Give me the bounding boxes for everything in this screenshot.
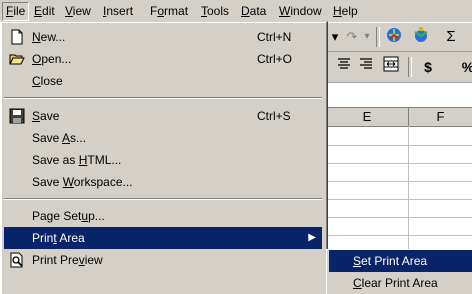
menu-edit[interactable]: Edit: [31, 3, 58, 19]
submenu-arrow-icon: ▶: [308, 232, 316, 243]
menu-item-label: Save As...: [32, 131, 87, 145]
autosum-icon[interactable]: Σ: [440, 26, 462, 48]
menu-item-save-as[interactable]: Save As...: [4, 127, 322, 149]
align-center-icon[interactable]: [334, 56, 354, 78]
menu-item-save-workspace[interactable]: Save Workspace...: [4, 171, 322, 193]
merge-and-center-icon[interactable]: [380, 56, 402, 78]
menu-bar: File Edit View Insert Format Tools Data …: [0, 0, 472, 23]
menu-window[interactable]: Window: [276, 3, 325, 19]
toolbar-separator: [408, 57, 412, 77]
file-menu: New... Ctrl+N Open... Ctrl+O Close Save …: [0, 21, 328, 294]
open-folder-icon: [9, 51, 25, 67]
web-toolbar-icon[interactable]: [410, 26, 432, 48]
menu-help[interactable]: Help: [330, 3, 361, 19]
menu-item-shortcut: Ctrl+N: [257, 30, 292, 44]
menu-item-set-print-area[interactable]: Set Print Area: [329, 250, 472, 272]
column-header-f[interactable]: F: [409, 108, 472, 127]
menu-insert[interactable]: Insert: [100, 3, 136, 19]
menu-item-page-setup[interactable]: Page Setup...: [4, 205, 322, 227]
redo-icon[interactable]: ↷: [343, 26, 361, 48]
menu-item-close[interactable]: Close: [4, 70, 322, 92]
menu-item-label: Save Workspace...: [32, 175, 133, 189]
menu-item-shortcut: Ctrl+S: [257, 109, 291, 123]
menu-item-label: Save: [32, 109, 60, 123]
menu-item-label: Save as HTML...: [32, 153, 122, 167]
align-right-icon[interactable]: [356, 56, 376, 78]
redo-dropdown-icon[interactable]: ▾: [361, 26, 373, 48]
menu-item-print-preview[interactable]: Print Preview: [4, 249, 322, 271]
print-area-submenu: Set Print Area Clear Print Area: [326, 249, 472, 294]
currency-icon[interactable]: $: [418, 56, 438, 78]
menu-data[interactable]: Data: [238, 3, 269, 19]
menu-format[interactable]: Format: [147, 3, 191, 19]
menu-item-label: Close: [32, 74, 63, 88]
insert-hyperlink-icon[interactable]: [383, 26, 405, 48]
menu-item-label: Print Preview: [32, 253, 103, 267]
menu-item-label: Clear Print Area: [353, 276, 438, 290]
menu-separator: [4, 97, 322, 99]
undo-dropdown-icon[interactable]: ▾: [328, 26, 342, 48]
menu-item-save-as-html[interactable]: Save as HTML...: [4, 149, 322, 171]
menu-item-print-area[interactable]: Print Area ▶: [4, 227, 322, 249]
menu-separator: [4, 198, 322, 200]
print-preview-icon: [9, 252, 25, 268]
column-header-e[interactable]: E: [326, 108, 409, 127]
toolbar-separator: [376, 27, 380, 47]
save-disk-icon: [9, 108, 25, 124]
percent-icon[interactable]: %: [458, 56, 472, 78]
menu-item-shortcut: Ctrl+O: [257, 52, 293, 66]
menu-item-open[interactable]: Open... Ctrl+O: [4, 48, 322, 70]
menu-item-label: New...: [32, 30, 66, 44]
menu-file[interactable]: File: [2, 2, 30, 21]
menu-item-label: Page Setup...: [32, 209, 105, 223]
new-document-icon: [9, 29, 25, 45]
menu-item-label: Set Print Area: [353, 254, 428, 268]
menu-item-label: Open...: [32, 52, 72, 66]
menu-item-save[interactable]: Save Ctrl+S: [4, 105, 322, 127]
menu-tools[interactable]: Tools: [198, 3, 232, 19]
menu-view[interactable]: View: [62, 3, 94, 19]
menu-item-label: Print Area: [32, 231, 85, 245]
menu-item-new[interactable]: New... Ctrl+N: [4, 26, 322, 48]
menu-item-clear-print-area[interactable]: Clear Print Area: [329, 272, 472, 294]
